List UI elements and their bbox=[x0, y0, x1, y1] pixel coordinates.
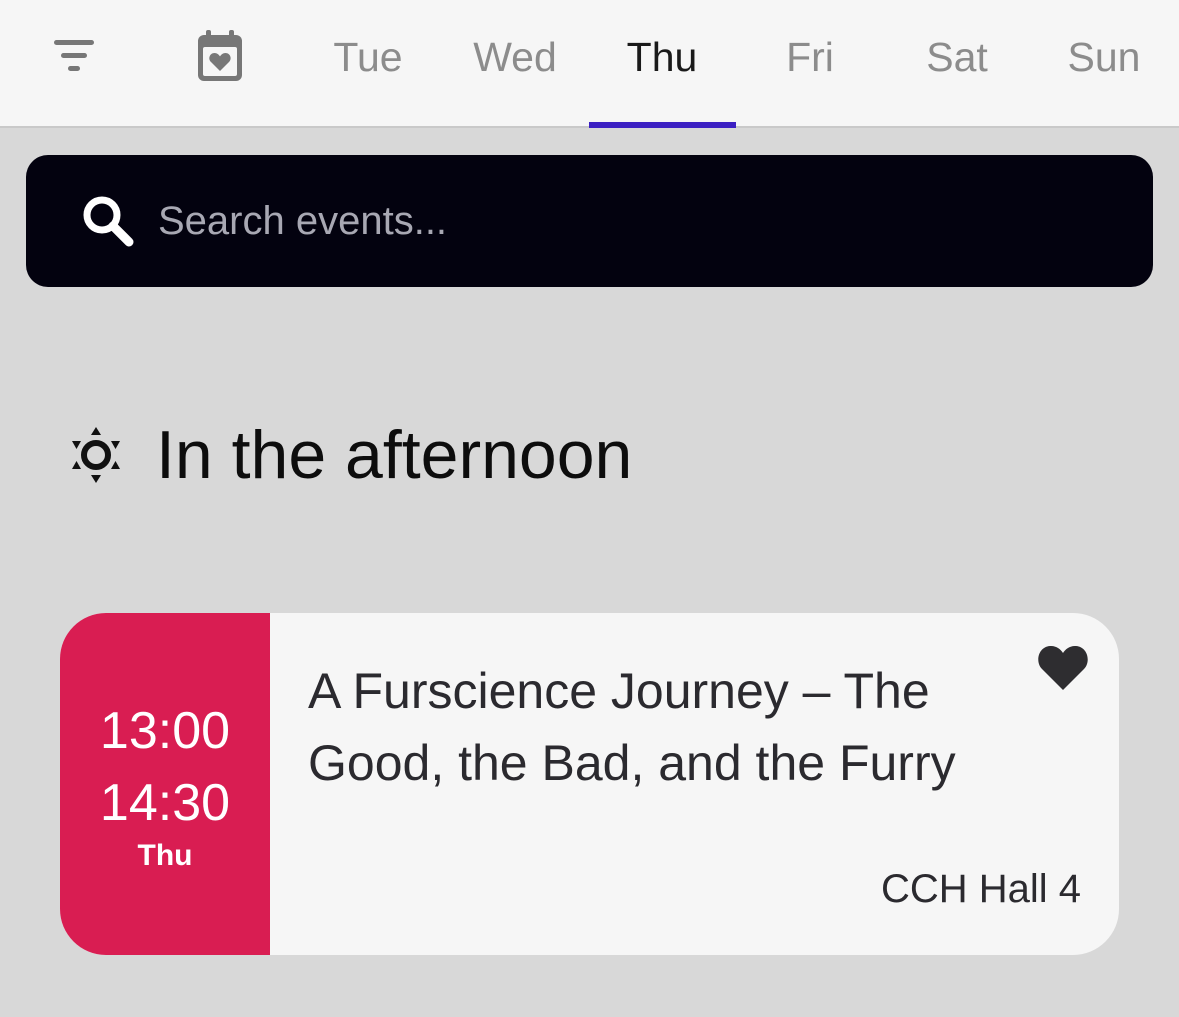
favorites-calendar-button[interactable] bbox=[190, 28, 250, 88]
event-card[interactable]: 13:00 14:30 Thu A Furscience Journey – T… bbox=[60, 613, 1119, 955]
tab-sun[interactable]: Sun bbox=[1031, 0, 1177, 128]
tab-thu[interactable]: Thu bbox=[589, 0, 735, 128]
favorite-button[interactable] bbox=[1032, 641, 1094, 697]
tab-fri[interactable]: Fri bbox=[737, 0, 883, 128]
search-icon bbox=[78, 191, 138, 251]
sun-icon bbox=[66, 425, 126, 485]
search-input[interactable] bbox=[156, 197, 1060, 245]
event-end-time: 14:30 bbox=[99, 774, 231, 832]
event-title: A Furscience Journey – The Good, the Bad… bbox=[308, 663, 956, 791]
filter-button[interactable] bbox=[44, 28, 104, 88]
active-tab-indicator bbox=[589, 122, 736, 128]
event-day: Thu bbox=[137, 839, 193, 872]
calendar-heart-icon bbox=[195, 29, 245, 88]
tab-sat[interactable]: Sat bbox=[884, 0, 1030, 128]
section-header: In the afternoon bbox=[66, 410, 632, 500]
top-bar: Tue Wed Thu Fri Sat Sun bbox=[0, 0, 1179, 128]
event-location: CCH Hall 4 bbox=[880, 867, 1081, 911]
filter-icon bbox=[50, 38, 98, 79]
tab-tue[interactable]: Tue bbox=[295, 0, 441, 128]
section-title: In the afternoon bbox=[156, 417, 633, 493]
event-start-time: 13:00 bbox=[99, 702, 231, 760]
heart-icon bbox=[1036, 643, 1090, 696]
event-time-block: 13:00 14:30 Thu bbox=[60, 613, 270, 955]
tab-wed[interactable]: Wed bbox=[442, 0, 588, 128]
search-bar bbox=[26, 155, 1153, 287]
